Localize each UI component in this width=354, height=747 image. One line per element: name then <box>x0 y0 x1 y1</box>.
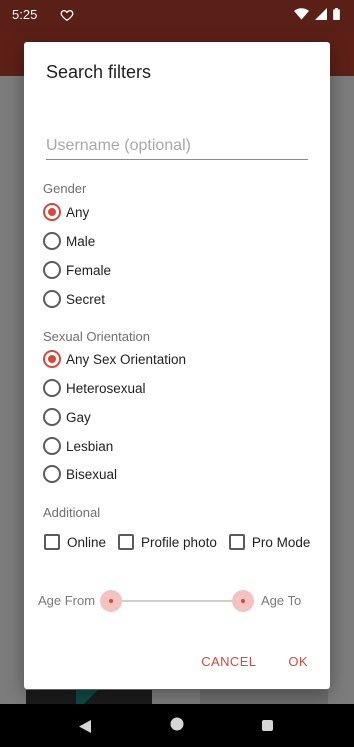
radio-label: Bisexual <box>66 466 118 482</box>
status-time: 5:25 <box>12 7 38 22</box>
radio-label: Secret <box>66 291 106 307</box>
cancel-button[interactable]: CANCEL <box>201 654 256 669</box>
radio-label: Any <box>66 204 90 220</box>
checkbox-icon <box>44 534 60 550</box>
age-from-slider-thumb[interactable] <box>100 590 122 612</box>
checkbox-label: Profile photo <box>141 534 217 550</box>
gender-radio-female[interactable]: Female <box>43 259 111 281</box>
additional-label: Additional <box>43 505 101 520</box>
radio-icon <box>43 261 61 279</box>
ok-button[interactable]: OK <box>288 654 308 669</box>
gender-radio-secret[interactable]: Secret <box>43 288 105 310</box>
gender-radio-male[interactable]: Male <box>43 230 95 252</box>
age-from-label: Age From <box>38 593 96 608</box>
orientation-radio-lesbian[interactable]: Lesbian <box>43 435 113 457</box>
age-range-slider: Age From Age To <box>38 590 318 612</box>
profile-photo-checkbox[interactable]: Profile photo <box>118 534 217 550</box>
radio-label: Gay <box>66 409 91 425</box>
additional-options: Online Profile photo Pro Mode <box>44 534 322 550</box>
radio-selected-icon <box>43 350 61 368</box>
radio-icon <box>43 290 61 308</box>
heart-icon <box>60 9 74 22</box>
radio-label: Male <box>66 233 96 249</box>
age-to-slider-thumb[interactable] <box>232 590 254 612</box>
radio-icon <box>43 465 61 483</box>
background-thumbnail <box>26 690 152 704</box>
orientation-radio-any[interactable]: Any Sex Orientation <box>43 348 186 370</box>
radio-icon <box>43 437 61 455</box>
age-to-label: Age To <box>261 593 302 608</box>
radio-icon <box>43 408 61 426</box>
radio-label: Any Sex Orientation <box>66 351 187 367</box>
status-bar: 5:25 <box>0 0 354 32</box>
checkbox-icon <box>118 534 135 550</box>
orientation-radio-gay[interactable]: Gay <box>43 406 91 428</box>
username-field[interactable] <box>46 134 308 160</box>
radio-label: Lesbian <box>66 438 114 454</box>
dialog-title: Search filters <box>46 62 152 82</box>
gender-radio-any[interactable]: Any <box>43 201 89 223</box>
username-input[interactable] <box>46 134 308 158</box>
pro-mode-checkbox[interactable]: Pro Mode <box>228 534 311 550</box>
search-filters-dialog: Search filters Gender Any Male Female Se… <box>24 42 330 689</box>
radio-label: Heterosexual <box>66 380 146 396</box>
checkbox-label: Online <box>67 534 107 550</box>
battery-icon <box>333 8 340 20</box>
radio-icon <box>43 379 61 397</box>
recent-apps-icon[interactable] <box>262 720 273 731</box>
slider-track[interactable] <box>112 600 244 602</box>
gender-label: Gender <box>43 181 87 196</box>
wifi-icon <box>294 8 309 20</box>
home-icon[interactable] <box>170 717 184 731</box>
orientation-radio-heterosexual[interactable]: Heterosexual <box>43 377 146 399</box>
cellular-signal-icon <box>315 8 327 20</box>
orientation-label: Sexual Orientation <box>43 329 150 344</box>
checkbox-icon <box>228 534 245 550</box>
background-thumbnail <box>200 690 328 704</box>
dialog-actions: CANCEL OK <box>201 654 308 669</box>
online-checkbox[interactable]: Online <box>44 534 106 550</box>
radio-label: Female <box>66 262 112 278</box>
orientation-radio-bisexual[interactable]: Bisexual <box>43 463 117 485</box>
radio-selected-icon <box>43 203 61 221</box>
radio-icon <box>43 232 61 250</box>
checkbox-label: Pro Mode <box>251 534 311 550</box>
back-icon[interactable] <box>79 720 91 733</box>
